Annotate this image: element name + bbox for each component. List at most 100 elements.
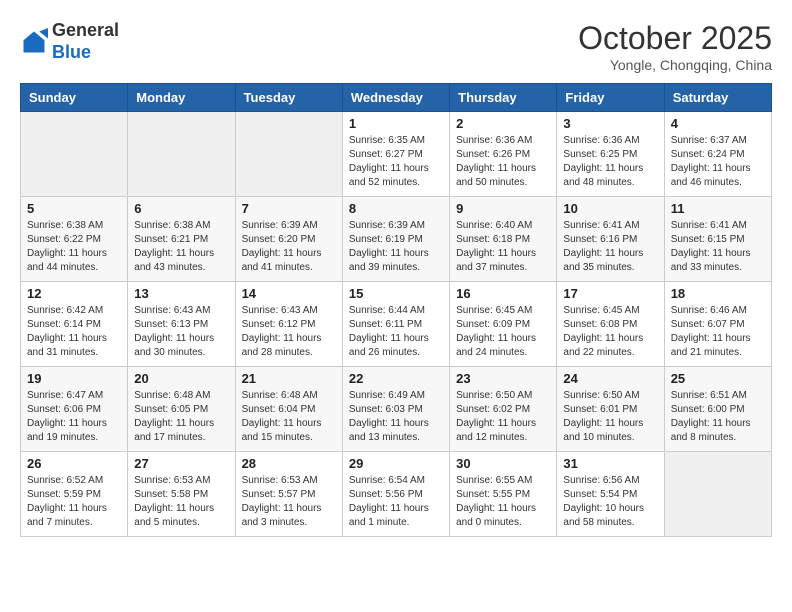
cell-info: Sunrise: 6:40 AM Sunset: 6:18 PM Dayligh… xyxy=(456,219,550,275)
calendar-cell: 7Sunrise: 6:39 AM Sunset: 6:20 PM Daylig… xyxy=(235,197,342,282)
cell-info: Sunrise: 6:43 AM Sunset: 6:12 PM Dayligh… xyxy=(242,304,336,360)
day-header-thursday: Thursday xyxy=(450,84,557,112)
calendar-cell: 3 Sunrise: 6:36 AM Sunset: 6:25 PM Daylig… xyxy=(557,112,664,197)
day-number: 20 xyxy=(134,371,228,386)
calendar-cell: 16Sunrise: 6:45 AM Sunset: 6:09 PM Dayli… xyxy=(450,282,557,367)
calendar-cell: 30 Sunrise: 6:55 AM Sunset: 5:55 PM Dayli… xyxy=(450,452,557,537)
calendar-cell: 26Sunrise: 6:52 AM Sunset: 5:59 PM Dayli… xyxy=(21,452,128,537)
cell-info: Sunrise: 6:47 AM Sunset: 6:06 PM Dayligh… xyxy=(27,389,121,445)
day-number: 10 xyxy=(563,201,657,216)
day-number: 1 xyxy=(349,116,443,131)
day-number: 4 xyxy=(671,116,765,131)
cell-info: Sunrise: 6:36 AM Sunset: 6:25 PM Dayligh… xyxy=(563,134,657,190)
week-row-5: 26Sunrise: 6:52 AM Sunset: 5:59 PM Dayli… xyxy=(21,452,772,537)
calendar-cell: 8 Sunrise: 6:39 AM Sunset: 6:19 PM Daylig… xyxy=(342,197,449,282)
calendar-cell xyxy=(128,112,235,197)
cell-info: Sunrise: 6:54 AM Sunset: 5:56 PM Dayligh… xyxy=(349,474,443,530)
calendar-cell: 22 Sunrise: 6:49 AM Sunset: 6:03 PM Dayli… xyxy=(342,367,449,452)
calendar-cell: 25 Sunrise: 6:51 AM Sunset: 6:00 PM Dayli… xyxy=(664,367,771,452)
cell-info: Sunrise: 6:45 AM Sunset: 6:09 PM Dayligh… xyxy=(456,304,550,360)
day-number: 18 xyxy=(671,286,765,301)
logo-text: General Blue xyxy=(52,20,119,63)
cell-info: Sunrise: 6:55 AM Sunset: 5:55 PM Dayligh… xyxy=(456,474,550,530)
day-number: 7 xyxy=(242,201,336,216)
calendar-cell: 4Sunrise: 6:37 AM Sunset: 6:24 PM Daylig… xyxy=(664,112,771,197)
day-number: 6 xyxy=(134,201,228,216)
month-title: October 2025 xyxy=(578,20,772,57)
day-number: 27 xyxy=(134,456,228,471)
cell-info: Sunrise: 6:44 AM Sunset: 6:11 PM Dayligh… xyxy=(349,304,443,360)
calendar-cell: 15 Sunrise: 6:44 AM Sunset: 6:11 PM Dayli… xyxy=(342,282,449,367)
location: Yongle, Chongqing, China xyxy=(578,57,772,73)
calendar-cell: 21 Sunrise: 6:48 AM Sunset: 6:04 PM Dayli… xyxy=(235,367,342,452)
logo: General Blue xyxy=(20,20,119,63)
day-number: 22 xyxy=(349,371,443,386)
day-header-wednesday: Wednesday xyxy=(342,84,449,112)
day-number: 19 xyxy=(27,371,121,386)
day-number: 25 xyxy=(671,371,765,386)
cell-info: Sunrise: 6:41 AM Sunset: 6:16 PM Dayligh… xyxy=(563,219,657,275)
day-number: 8 xyxy=(349,201,443,216)
day-number: 2 xyxy=(456,116,550,131)
cell-info: Sunrise: 6:56 AM Sunset: 5:54 PM Dayligh… xyxy=(563,474,657,530)
title-block: October 2025 Yongle, Chongqing, China xyxy=(578,20,772,73)
cell-info: Sunrise: 6:49 AM Sunset: 6:03 PM Dayligh… xyxy=(349,389,443,445)
cell-info: Sunrise: 6:38 AM Sunset: 6:22 PM Dayligh… xyxy=(27,219,121,275)
day-header-tuesday: Tuesday xyxy=(235,84,342,112)
logo-general: General xyxy=(52,20,119,40)
cell-info: Sunrise: 6:46 AM Sunset: 6:07 PM Dayligh… xyxy=(671,304,765,360)
day-number: 17 xyxy=(563,286,657,301)
day-header-monday: Monday xyxy=(128,84,235,112)
day-number: 5 xyxy=(27,201,121,216)
week-row-3: 12 Sunrise: 6:42 AM Sunset: 6:14 PM Dayli… xyxy=(21,282,772,367)
calendar-cell: 20Sunrise: 6:48 AM Sunset: 6:05 PM Dayli… xyxy=(128,367,235,452)
day-number: 23 xyxy=(456,371,550,386)
day-number: 21 xyxy=(242,371,336,386)
week-row-4: 19 Sunrise: 6:47 AM Sunset: 6:06 PM Dayli… xyxy=(21,367,772,452)
logo-icon xyxy=(20,28,48,56)
day-number: 12 xyxy=(27,286,121,301)
calendar-cell: 13 Sunrise: 6:43 AM Sunset: 6:13 PM Dayli… xyxy=(128,282,235,367)
logo-blue: Blue xyxy=(52,42,91,62)
cell-info: Sunrise: 6:50 AM Sunset: 6:02 PM Dayligh… xyxy=(456,389,550,445)
calendar-cell: 27 Sunrise: 6:53 AM Sunset: 5:58 PM Dayli… xyxy=(128,452,235,537)
calendar-cell: 31Sunrise: 6:56 AM Sunset: 5:54 PM Dayli… xyxy=(557,452,664,537)
cell-info: Sunrise: 6:42 AM Sunset: 6:14 PM Dayligh… xyxy=(27,304,121,360)
cell-info: Sunrise: 6:43 AM Sunset: 6:13 PM Dayligh… xyxy=(134,304,228,360)
cell-info: Sunrise: 6:48 AM Sunset: 6:04 PM Dayligh… xyxy=(242,389,336,445)
week-row-2: 5 Sunrise: 6:38 AM Sunset: 6:22 PM Daylig… xyxy=(21,197,772,282)
day-header-saturday: Saturday xyxy=(664,84,771,112)
cell-info: Sunrise: 6:53 AM Sunset: 5:58 PM Dayligh… xyxy=(134,474,228,530)
calendar-cell: 29 Sunrise: 6:54 AM Sunset: 5:56 PM Dayli… xyxy=(342,452,449,537)
calendar-cell: 5 Sunrise: 6:38 AM Sunset: 6:22 PM Daylig… xyxy=(21,197,128,282)
calendar-cell: 14Sunrise: 6:43 AM Sunset: 6:12 PM Dayli… xyxy=(235,282,342,367)
calendar-cell: 6 Sunrise: 6:38 AM Sunset: 6:21 PM Daylig… xyxy=(128,197,235,282)
day-number: 13 xyxy=(134,286,228,301)
cell-info: Sunrise: 6:39 AM Sunset: 6:19 PM Dayligh… xyxy=(349,219,443,275)
calendar-cell: 1 Sunrise: 6:35 AM Sunset: 6:27 PM Daylig… xyxy=(342,112,449,197)
day-number: 3 xyxy=(563,116,657,131)
calendar-cell: 17Sunrise: 6:45 AM Sunset: 6:08 PM Dayli… xyxy=(557,282,664,367)
day-header-sunday: Sunday xyxy=(21,84,128,112)
week-row-1: 1 Sunrise: 6:35 AM Sunset: 6:27 PM Daylig… xyxy=(21,112,772,197)
calendar-cell: 12 Sunrise: 6:42 AM Sunset: 6:14 PM Dayli… xyxy=(21,282,128,367)
calendar-cell: 18 Sunrise: 6:46 AM Sunset: 6:07 PM Dayli… xyxy=(664,282,771,367)
page-header: General Blue October 2025 Yongle, Chongq… xyxy=(20,20,772,73)
calendar-cell: 11Sunrise: 6:41 AM Sunset: 6:15 PM Dayli… xyxy=(664,197,771,282)
days-header-row: SundayMondayTuesdayWednesdayThursdayFrid… xyxy=(21,84,772,112)
calendar-cell xyxy=(21,112,128,197)
cell-info: Sunrise: 6:35 AM Sunset: 6:27 PM Dayligh… xyxy=(349,134,443,190)
day-number: 15 xyxy=(349,286,443,301)
calendar-cell xyxy=(664,452,771,537)
calendar-cell: 23 Sunrise: 6:50 AM Sunset: 6:02 PM Dayli… xyxy=(450,367,557,452)
calendar-cell: 10 Sunrise: 6:41 AM Sunset: 6:16 PM Dayli… xyxy=(557,197,664,282)
calendar-cell xyxy=(235,112,342,197)
cell-info: Sunrise: 6:51 AM Sunset: 6:00 PM Dayligh… xyxy=(671,389,765,445)
calendar-cell: 9Sunrise: 6:40 AM Sunset: 6:18 PM Daylig… xyxy=(450,197,557,282)
cell-info: Sunrise: 6:36 AM Sunset: 6:26 PM Dayligh… xyxy=(456,134,550,190)
calendar-table: SundayMondayTuesdayWednesdayThursdayFrid… xyxy=(20,83,772,537)
cell-info: Sunrise: 6:38 AM Sunset: 6:21 PM Dayligh… xyxy=(134,219,228,275)
day-number: 29 xyxy=(349,456,443,471)
day-number: 30 xyxy=(456,456,550,471)
day-number: 24 xyxy=(563,371,657,386)
